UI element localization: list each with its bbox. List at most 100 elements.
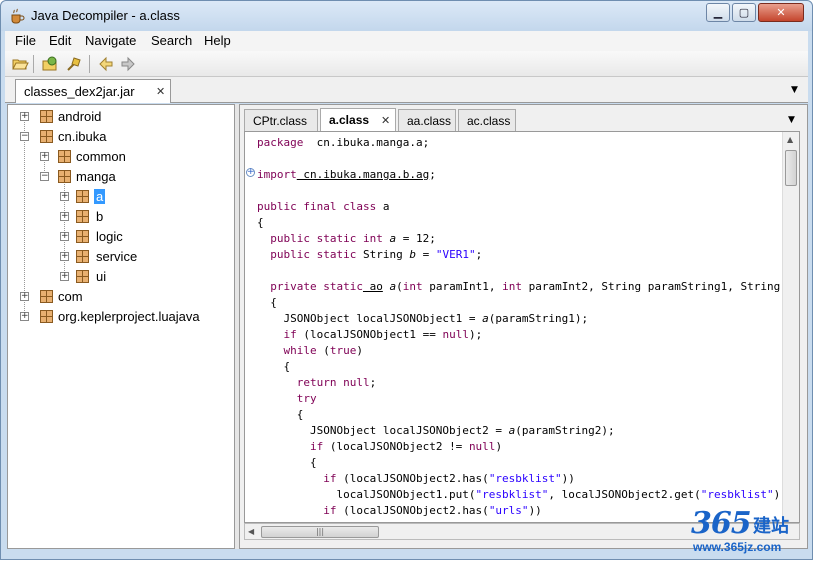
scroll-left-icon[interactable]: ◀ [248, 527, 254, 536]
code-token: { [257, 216, 264, 229]
code-token: ; [369, 376, 377, 389]
back-arrow-icon[interactable] [97, 55, 115, 73]
expand-icon[interactable]: + [20, 312, 29, 321]
scroll-thumb[interactable]: ||| [261, 526, 379, 538]
code-line: if (localJSONObject2 != null) [257, 439, 783, 455]
code-token: (localJSONObject1 == [296, 328, 443, 341]
watermark-cn: 建站 [753, 516, 789, 537]
menu-edit[interactable]: Edit [49, 33, 71, 48]
tree-node-label: cn.ibuka [58, 129, 107, 144]
code-line: { [257, 407, 783, 423]
package-icon [40, 310, 53, 323]
close-icon[interactable]: ✕ [381, 114, 390, 127]
search-icon[interactable] [65, 55, 83, 73]
menu-file[interactable]: File [15, 33, 36, 48]
code-editor[interactable]: + package cn.ibuka.manga.a; import cn.ibu… [244, 131, 800, 523]
code-token: ) [356, 344, 363, 357]
code-line: JSONObject localJSONObject2 = a(paramStr… [257, 423, 783, 439]
code-token: )) [528, 504, 542, 517]
code-line: import cn.ibuka.manga.b.ag; [257, 167, 783, 183]
code-token: localJSONObject1.put( [257, 488, 476, 501]
menu-bar: File Edit Navigate Search Help [5, 31, 808, 51]
code-token: "urls" [488, 504, 529, 517]
scroll-thumb[interactable] [785, 150, 797, 186]
chevron-down-icon[interactable]: ▼ [788, 115, 795, 125]
vertical-scrollbar[interactable]: ▲ [782, 132, 799, 522]
code-token: null [468, 440, 496, 453]
expand-icon[interactable]: + [60, 252, 69, 261]
tree-node-label: service [96, 249, 138, 264]
code-line: package cn.ibuka.manga.a; [257, 135, 783, 151]
file-tab-label: classes_dex2jar.jar [24, 84, 135, 99]
package-icon [58, 170, 71, 183]
forward-arrow-icon[interactable] [119, 55, 137, 73]
maximize-button[interactable]: ▢ [732, 3, 756, 22]
chevron-down-icon[interactable]: ▼ [791, 85, 798, 95]
tab-a-class[interactable]: a.class ✕ [320, 108, 396, 131]
tab-aa-class[interactable]: aa.class [398, 109, 456, 131]
code-token: ; [429, 168, 436, 181]
open-file-icon[interactable] [11, 55, 29, 73]
menu-help[interactable]: Help [204, 33, 231, 48]
expand-icon[interactable]: + [60, 232, 69, 241]
code-line: { [257, 215, 783, 231]
open-type-icon[interactable] [41, 55, 59, 73]
code-token: if [323, 472, 337, 485]
code-token: a [482, 312, 489, 325]
code-token: int [402, 280, 423, 293]
code-token: (localJSONObject2 != [323, 440, 469, 453]
code-line: while (true) [257, 343, 783, 359]
minimize-icon: ▁ [713, 6, 723, 19]
expand-icon[interactable]: + [60, 192, 69, 201]
close-window-button[interactable]: ✕ [758, 3, 804, 22]
watermark-brand: 365 [691, 506, 752, 541]
tab-label: ac.class [467, 114, 511, 128]
tab-ac-class[interactable]: ac.class [458, 109, 516, 131]
collapse-icon[interactable]: − [20, 132, 29, 141]
menu-search[interactable]: Search [151, 33, 192, 48]
title-bar[interactable]: Java Decompiler - a.class ▁ ▢ ✕ [1, 1, 812, 31]
close-icon[interactable]: ✕ [156, 85, 165, 98]
code-token: public final class [257, 200, 377, 213]
code-token: a [382, 280, 397, 293]
code-token: "VER1" [435, 248, 476, 261]
code-token: paramInt2, String paramString1, String p… [528, 280, 781, 293]
file-tab[interactable]: classes_dex2jar.jar ✕ [15, 79, 171, 103]
tree-guide-line [24, 117, 25, 317]
expand-icon[interactable]: + [60, 272, 69, 281]
expand-import-icon[interactable]: + [246, 168, 255, 177]
code-line: try [257, 391, 783, 407]
code-text[interactable]: package cn.ibuka.manga.a; import cn.ibuka… [257, 135, 783, 522]
code-token: ; [475, 248, 483, 261]
code-token: private static [270, 280, 363, 293]
tree-node-label: ui [96, 269, 107, 284]
tab-cptr-class[interactable]: CPtr.class [244, 109, 318, 131]
tab-label: a.class [329, 113, 370, 127]
code-line: JSONObject localJSONObject1 = a(paramStr… [257, 311, 783, 327]
code-token: "resbklist" [475, 488, 549, 501]
code-token: , localJSONObject2.get( [548, 488, 701, 501]
expand-icon[interactable]: + [20, 112, 29, 121]
code-token: (paramString2); [515, 424, 615, 437]
code-token: "resbklist" [488, 472, 562, 485]
expand-icon[interactable]: + [20, 292, 29, 301]
expand-icon[interactable]: + [40, 152, 49, 161]
code-token: String [356, 248, 410, 261]
minimize-button[interactable]: ▁ [706, 3, 730, 22]
menu-navigate[interactable]: Navigate [85, 33, 136, 48]
collapse-icon[interactable]: − [40, 172, 49, 181]
code-line: public final class a [257, 199, 783, 215]
package-icon [76, 210, 89, 223]
expand-icon[interactable]: + [60, 212, 69, 221]
code-line: { [257, 359, 783, 375]
code-token: null [442, 328, 469, 341]
scroll-up-icon[interactable]: ▲ [787, 135, 793, 144]
tree-node-label: com [58, 289, 83, 304]
